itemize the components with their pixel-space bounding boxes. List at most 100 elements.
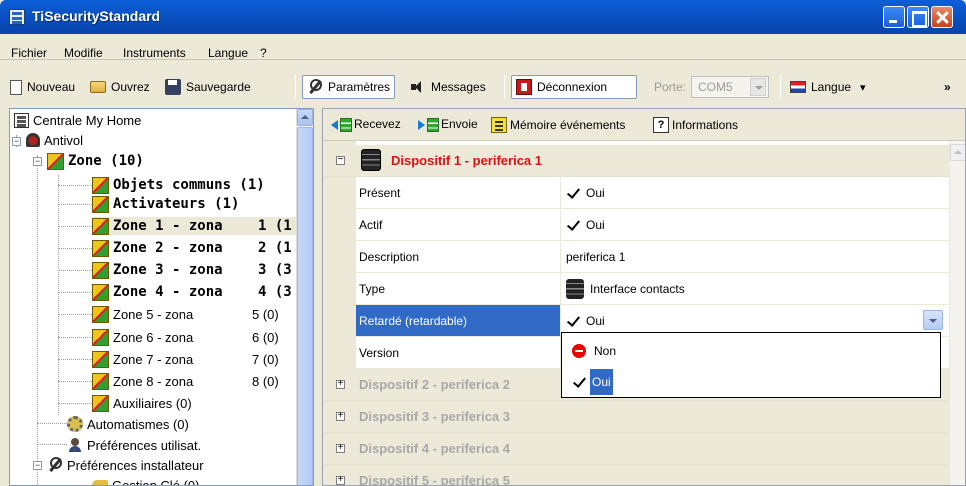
port-value: COM5 (698, 80, 733, 94)
property-row-actif[interactable]: Actif Oui (356, 209, 949, 241)
send-button[interactable]: Envoie (418, 117, 478, 132)
expand-section-button[interactable]: + (336, 379, 345, 389)
new-document-icon (10, 79, 22, 95)
zone-count: 5 (0) (252, 307, 279, 322)
speaker-icon (410, 79, 426, 95)
tree-node-pref-installer[interactable]: Préférences installateur (47, 456, 204, 474)
property-row-present[interactable]: Présent Oui (356, 177, 949, 209)
tree-node-activateurs[interactable]: Activateurs (1) (92, 195, 239, 213)
tree-node-automatismes[interactable]: Automatismes (0) (67, 415, 189, 433)
tree-node-pref-user[interactable]: Préférences utilisat. (67, 436, 201, 454)
port-label: Porte: (654, 80, 687, 94)
tree-node-antivol[interactable]: Antivol (26, 131, 83, 149)
new-button[interactable]: Nouveau (10, 75, 75, 99)
expand-section-button[interactable]: + (336, 443, 345, 453)
no-entry-icon (572, 344, 586, 358)
tree-item-label: Zone 4 - zona (113, 284, 223, 300)
menu-modifie[interactable]: Modifie (64, 46, 103, 60)
information-button[interactable]: ? Informations (653, 117, 738, 133)
port-select[interactable]: COM5 (691, 76, 770, 98)
property-value[interactable]: Interface contacts (562, 273, 949, 304)
open-button[interactable]: Ouvrez (90, 75, 150, 99)
tree-node-zone-7[interactable]: Zone 7 - zona (92, 350, 193, 368)
expand-section-button[interactable]: + (336, 475, 345, 485)
language-button[interactable]: Langue (790, 75, 866, 99)
option-oui[interactable]: Oui (562, 366, 940, 398)
zone-icon (92, 372, 109, 390)
key-icon (92, 480, 108, 485)
zone-icon (92, 261, 109, 279)
menu-fichier[interactable]: Fichier (11, 46, 47, 60)
window-title: TiSecurityStandard (32, 8, 161, 24)
tree-node-zone-3[interactable]: Zone 3 - zona (92, 261, 223, 279)
zone-icon (92, 328, 109, 346)
property-row-type[interactable]: Type Interface contacts (356, 273, 949, 305)
close-button[interactable] (931, 6, 953, 28)
toolbar-overflow-button[interactable]: » (944, 75, 951, 99)
navigation-tree[interactable]: Centrale My Home − Antivol − Zone (10) O… (9, 108, 314, 486)
zone-count: 6 (0) (252, 330, 279, 345)
property-value[interactable]: periferica 1 (562, 241, 949, 272)
section-dispositif-4[interactable]: + Dispositif 4 - periferica 4 (323, 433, 949, 465)
option-label: Non (594, 344, 617, 358)
messages-button[interactable]: Messages (410, 75, 486, 99)
tree-item-label: Auxiliaires (0) (113, 395, 192, 411)
tree-node-auxiliaires[interactable]: Auxiliaires (0) (92, 394, 192, 412)
section-dispositif-1[interactable]: − Dispositif 1 - periferica 1 (323, 145, 949, 177)
properties-scrollbar[interactable] (949, 141, 965, 485)
section-dispositif-3[interactable]: + Dispositif 3 - periferica 3 (323, 401, 949, 433)
send-label: Envoie (441, 117, 478, 131)
disconnect-icon (516, 79, 532, 95)
scroll-up-arrow[interactable] (950, 144, 965, 161)
open-label: Ouvrez (111, 80, 150, 94)
collapse-section-button[interactable]: − (336, 155, 345, 165)
section-title: Dispositif 1 - periferica 1 (391, 153, 542, 168)
tree-scrollbar[interactable] (296, 109, 313, 485)
property-value[interactable]: Oui (562, 177, 949, 208)
memory-label: Mémoire événements (510, 118, 626, 132)
parameters-button[interactable]: Paramètres (302, 75, 396, 99)
overflow-label: » (944, 80, 951, 94)
tree-node-zone-5[interactable]: Zone 5 - zona (92, 305, 193, 323)
maximize-button[interactable] (907, 6, 929, 28)
tree-node-zone-6[interactable]: Zone 6 - zona (92, 328, 193, 346)
minimize-button[interactable] (883, 6, 905, 28)
tree-node-zone-group[interactable]: Zone (10) (47, 152, 144, 170)
toolbar-separator (504, 75, 505, 99)
scroll-up-arrow[interactable] (297, 109, 313, 126)
property-value[interactable]: Oui (562, 209, 949, 240)
zone-icon (92, 283, 109, 301)
tree-node-zone-2[interactable]: Zone 2 - zona (92, 239, 223, 257)
scroll-thumb[interactable] (297, 127, 313, 485)
tree-node-centrale[interactable]: Centrale My Home (14, 111, 141, 129)
section-title: Dispositif 2 - periferica 2 (359, 377, 510, 392)
pref-installer-label: Préférences installateur (67, 457, 204, 473)
option-non[interactable]: Non (562, 335, 940, 367)
tree-item-label: Zone 8 - zona (113, 373, 194, 389)
receive-button[interactable]: Recevez (331, 117, 401, 132)
menu-help[interactable]: ? (260, 46, 267, 60)
tree-node-objets[interactable]: Objets communs (1) (92, 176, 265, 194)
collapse-antivol[interactable]: − (12, 137, 21, 146)
event-memory-button[interactable]: Mémoire événements (491, 117, 625, 133)
save-button[interactable]: Sauvegarde (165, 75, 251, 99)
section-dispositif-5[interactable]: + Dispositif 5 - periferica 5 (323, 465, 949, 485)
retarde-dropdown-list[interactable]: Non Oui (561, 332, 941, 398)
zone-icon (47, 152, 64, 170)
gestion-label: Gestion Clé (0) (112, 477, 200, 486)
property-row-description[interactable]: Description periferica 1 (356, 241, 949, 273)
tree-node-zone-4[interactable]: Zone 4 - zona (92, 283, 223, 301)
menu-instruments[interactable]: Instruments (123, 46, 186, 60)
zone-count: 2 (1 (258, 240, 292, 256)
panel-splitter[interactable] (314, 108, 320, 486)
chevron-down-icon[interactable] (923, 310, 943, 330)
collapse-pref-installer[interactable]: − (33, 461, 42, 470)
disconnect-button[interactable]: Déconnexion (511, 75, 637, 99)
menu-langue[interactable]: Langue (208, 46, 248, 60)
option-label: Oui (590, 369, 613, 395)
expand-section-button[interactable]: + (336, 411, 345, 421)
property-value-text: Oui (586, 185, 605, 200)
collapse-zone[interactable]: − (33, 157, 42, 166)
tree-node-zone-8[interactable]: Zone 8 - zona (92, 372, 193, 390)
tree-node-gestion[interactable]: Gestion Clé (0) (92, 476, 200, 486)
